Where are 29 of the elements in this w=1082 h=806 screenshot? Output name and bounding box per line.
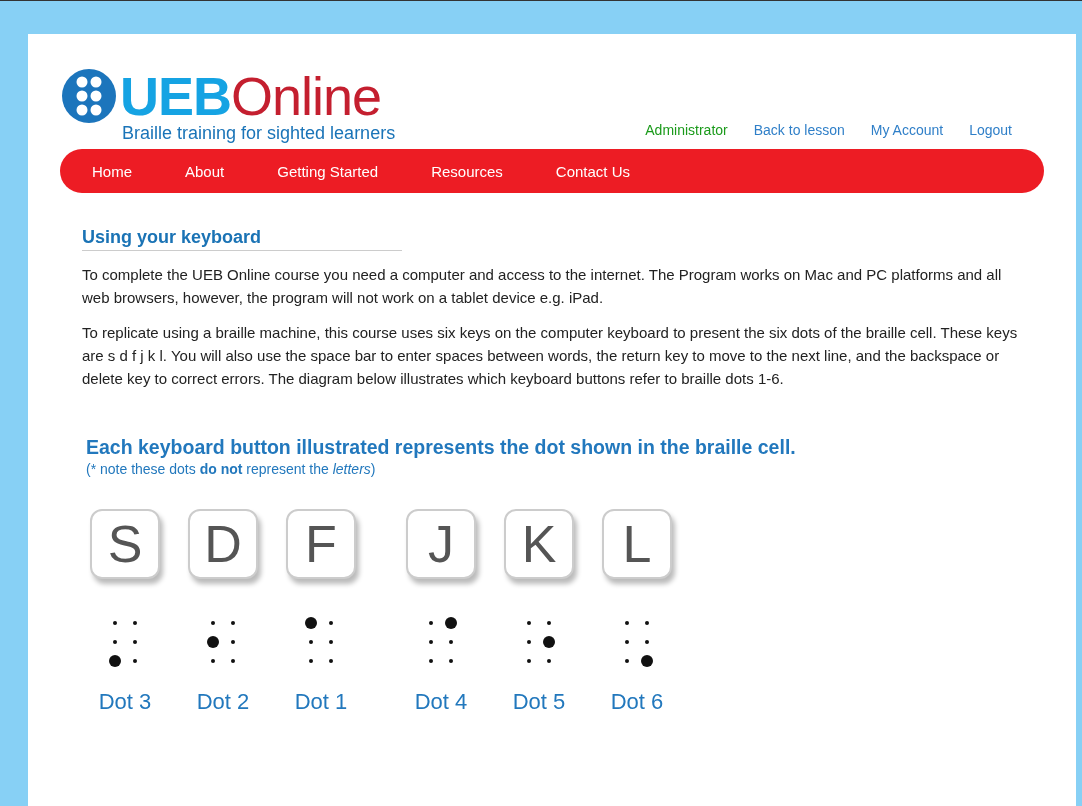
header-link[interactable]: Logout [969,122,1012,138]
paragraph: To complete the UEB Online course you need a computer and access to the internet. The Program works on Mac and PC platforms and all web browsers, however, the program will not work on a tablet device e.g. iPad. [82,265,1003,308]
dot-label: Dot 3 [98,689,152,715]
keyboard-key: F [286,509,356,579]
keyboard-key: J [406,509,476,579]
header-link[interactable]: My Account [870,122,944,138]
braille-logo-icon [62,69,116,123]
nav-link[interactable]: Getting Started [277,162,379,180]
logo-wordmark: UEBOnline [120,70,382,122]
dot-label: Dot 1 [294,689,348,715]
header-link[interactable]: Back to lesson [753,122,845,138]
keyboard-key: L [602,509,672,579]
diagram-title: Each keyboard button illustrated represents the dot shown in the braille cell. [86,436,797,459]
dot-label: Dot 4 [414,689,468,715]
nav-link[interactable]: Resources [431,162,503,180]
dot-label: Dot 5 [512,689,566,715]
page-heading: Using your keyboard [82,227,402,251]
nav-link[interactable]: About [185,162,225,180]
dot-label: Dot 6 [610,689,664,715]
user-name-link[interactable]: Administrator [645,122,728,138]
paragraph: To replicate using a braille machine, this course uses six keys on the computer keyboard to present the six dots of the braille cell. These keys are s d f j k l. You will also use the space bar to enter spaces between words, the return key to move to the next line, and the backspace or delete key to correct errors. The diagram below illustrates which keyboard buttons refer to braille dots 1-6. [82,323,1019,389]
dot-label: Dot 2 [196,689,250,715]
logo-tagline: Braille training for sighted learners [122,123,396,144]
keyboard-key: S [90,509,160,579]
nav-link[interactable]: Contact Us [555,162,631,180]
diagram-note: (* note these dots do not represent the letters) [86,461,377,477]
keyboard-key: K [504,509,574,579]
keyboard-key: D [188,509,258,579]
nav-link[interactable]: Home [92,162,132,180]
